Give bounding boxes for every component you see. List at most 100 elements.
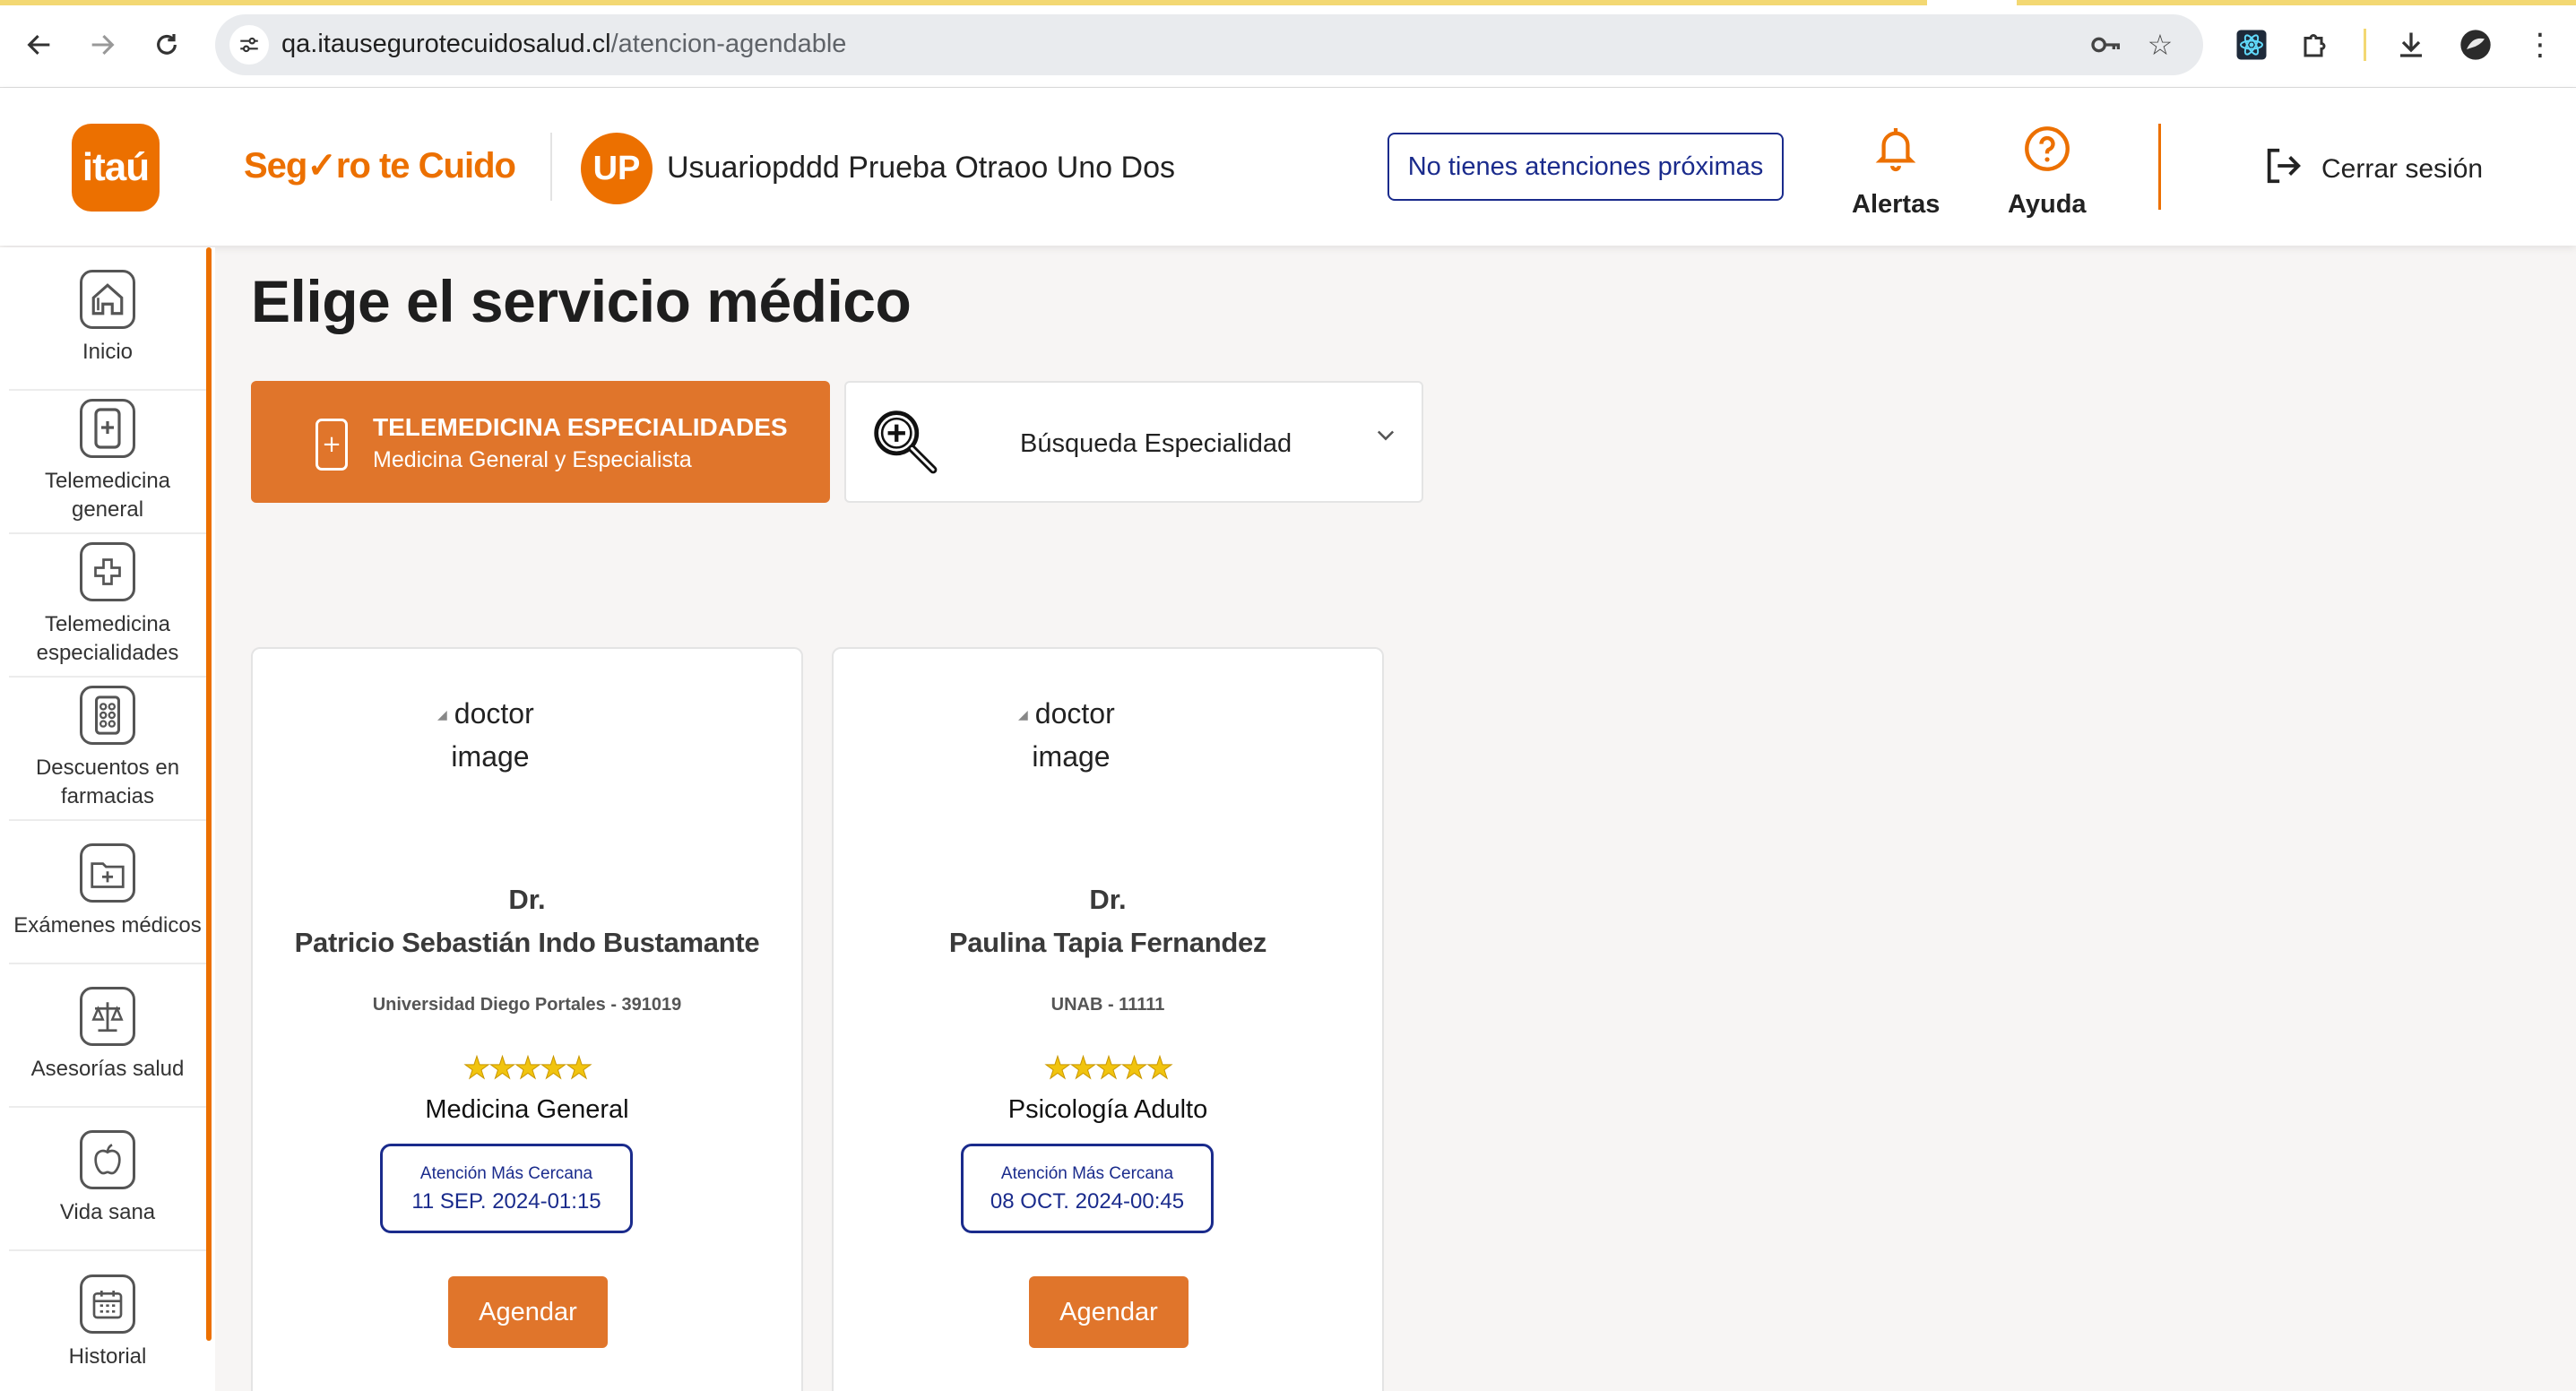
extensions-puzzle-icon[interactable] bbox=[2293, 22, 2339, 68]
sidebar-item-label: Telemedicina general bbox=[44, 468, 171, 522]
itau-logo[interactable]: itaú bbox=[72, 124, 160, 212]
pills-icon bbox=[80, 685, 135, 745]
browser-menu-icon[interactable]: ⋮ bbox=[2517, 22, 2563, 68]
help-label: Ayuda bbox=[2008, 190, 2087, 219]
broken-image-icon: ◢ bbox=[1018, 708, 1028, 723]
nearest-appointment-badge: Atención Más Cercana 11 SEP. 2024-01:15 bbox=[380, 1144, 633, 1233]
react-devtools-icon[interactable] bbox=[2228, 22, 2275, 68]
logout-label: Cerrar sesión bbox=[2321, 154, 2484, 184]
sidebar-item-historial[interactable]: Historial bbox=[9, 1251, 206, 1391]
specialty-search-dropdown[interactable]: Búsqueda Especialidad bbox=[844, 381, 1423, 503]
help-button[interactable]: Ayuda bbox=[2008, 122, 2087, 220]
plus-icon bbox=[80, 541, 135, 601]
tab-telemedicina-especialidades[interactable]: + TELEMEDICINA ESPECIALIDADES Medicina G… bbox=[251, 381, 830, 503]
app-header: itaú Seg✓ro te Cuido UP Usuariopddd Prue… bbox=[0, 88, 2576, 246]
doctor-image-alt: doctor bbox=[1034, 697, 1115, 730]
site-settings-icon[interactable] bbox=[229, 25, 269, 65]
url-host: qa.itausegurotecuidosalud.cl bbox=[281, 30, 611, 58]
doctor-image: ◢ doctor image bbox=[437, 692, 554, 778]
sidebar-item-label: Inicio bbox=[82, 339, 134, 364]
sidebar-item-label: Descuentos en farmacias bbox=[35, 755, 180, 808]
tab-strip-accent bbox=[2017, 0, 2576, 5]
service-tab-title: TELEMEDICINA ESPECIALIDADES bbox=[373, 413, 788, 441]
forward-icon[interactable] bbox=[77, 20, 127, 70]
magnifier-plus-icon bbox=[868, 404, 945, 481]
doctor-card: ◢ doctor image Dr. Paulina Tapia Fernande… bbox=[832, 647, 1384, 1391]
nearest-appointment-date: 11 SEP. 2024-01:15 bbox=[411, 1189, 601, 1214]
header-accent-divider bbox=[2158, 124, 2161, 210]
url-path: /atencion-agendable bbox=[610, 30, 847, 58]
sidebar-item-examenes-medicos[interactable]: Exámenes médicos bbox=[9, 821, 206, 964]
book-button[interactable]: Agendar bbox=[448, 1276, 608, 1348]
doctor-prefix: Dr. bbox=[508, 884, 546, 915]
reload-icon[interactable] bbox=[142, 20, 192, 70]
logout-button[interactable]: Cerrar sesión bbox=[2262, 145, 2483, 194]
sidebar-item-telemedicina-general[interactable]: Telemedicina general bbox=[9, 391, 206, 534]
doctor-image-alt: image bbox=[1032, 740, 1111, 773]
profile-avatar-icon[interactable] bbox=[2452, 22, 2499, 68]
sidebar-item-label: Asesorías salud bbox=[30, 1056, 185, 1081]
brand-logo[interactable]: Seg✓ro te Cuido bbox=[244, 145, 516, 186]
nearest-appointment-badge: Atención Más Cercana 08 OCT. 2024-00:45 bbox=[961, 1144, 1214, 1233]
doctor-specialty: Psicología Adulto bbox=[1007, 1095, 1208, 1124]
address-bar[interactable]: qa.itausegurotecuidosalud.cl/atencion-ag… bbox=[215, 14, 2203, 75]
back-icon[interactable] bbox=[14, 20, 65, 70]
logout-icon bbox=[2262, 145, 2304, 194]
phone-plus-icon bbox=[80, 398, 135, 458]
nearest-appointment-date: 08 OCT. 2024-00:45 bbox=[990, 1189, 1185, 1214]
apple-icon bbox=[80, 1129, 135, 1189]
sidebar-item-descuentos-farmacias[interactable]: Descuentos en farmacias bbox=[9, 678, 206, 821]
nearest-appointment-label: Atención Más Cercana bbox=[419, 1164, 593, 1183]
broken-image-icon: ◢ bbox=[437, 708, 447, 723]
doctor-specialty: Medicina General bbox=[425, 1095, 629, 1124]
browser-toolbar: qa.itausegurotecuidosalud.cl/atencion-ag… bbox=[0, 0, 2576, 88]
alerts-label: Alertas bbox=[1852, 190, 1941, 219]
chevron-down-icon bbox=[1373, 422, 1398, 454]
sidebar-item-asesorias-salud[interactable]: Asesorías salud bbox=[9, 964, 206, 1108]
specialty-search-label: Búsqueda Especialidad bbox=[1020, 429, 1292, 458]
sidebar-item-vida-sana[interactable]: Vida sana bbox=[9, 1108, 206, 1251]
bell-icon bbox=[1871, 122, 1921, 176]
rating-stars: ★★★★★ bbox=[1043, 1050, 1173, 1087]
sidebar-item-label: Telemedicina especialidades bbox=[36, 611, 179, 665]
calendar-icon bbox=[80, 1274, 135, 1334]
download-icon[interactable] bbox=[2388, 22, 2434, 68]
service-tab-subtitle: Medicina General y Especialista bbox=[373, 447, 692, 472]
bookmark-star-icon[interactable]: ☆ bbox=[2139, 23, 2182, 66]
doctor-name: Paulina Tapia Fernandez bbox=[948, 927, 1267, 958]
sidebar-item-label: Vida sana bbox=[59, 1199, 156, 1224]
home-icon bbox=[80, 269, 135, 329]
doctor-card: ◢ doctor image Dr. Patricio Sebastián Ind… bbox=[251, 647, 803, 1391]
tab-strip-accent bbox=[0, 0, 1927, 5]
sidebar-item-inicio[interactable]: Inicio bbox=[9, 247, 206, 391]
rating-stars: ★★★★★ bbox=[462, 1050, 592, 1087]
doctor-image-alt: doctor bbox=[454, 697, 534, 730]
password-key-icon[interactable] bbox=[2085, 23, 2128, 66]
next-appointments-button[interactable]: No tienes atenciones próximas bbox=[1387, 133, 1784, 201]
sidebar-item-label: Historial bbox=[68, 1343, 147, 1369]
url-text[interactable]: qa.itausegurotecuidosalud.cl/atencion-ag… bbox=[281, 30, 846, 59]
scales-icon bbox=[80, 986, 135, 1046]
book-button[interactable]: Agendar bbox=[1029, 1276, 1189, 1348]
alerts-button[interactable]: Alertas bbox=[1852, 122, 1940, 220]
doctor-university: UNAB - 11111 bbox=[1050, 995, 1165, 1015]
sidebar: Inicio Telemedicina general Telemedicina… bbox=[0, 247, 215, 1391]
doctor-prefix: Dr. bbox=[1089, 884, 1127, 915]
doctor-university: Universidad Diego Portales - 391019 bbox=[372, 995, 682, 1015]
nearest-appointment-label: Atención Más Cercana bbox=[1000, 1164, 1174, 1183]
help-circle-icon bbox=[2022, 122, 2072, 176]
sidebar-item-label: Exámenes médicos bbox=[13, 912, 202, 937]
toolbar-divider bbox=[2364, 29, 2366, 61]
avatar-initials: UP bbox=[592, 149, 641, 187]
doctor-name: Patricio Sebastián Indo Bustamante bbox=[294, 927, 760, 958]
page-title: Elige el servicio médico bbox=[251, 268, 912, 334]
avatar[interactable]: UP bbox=[581, 133, 653, 204]
header-divider bbox=[550, 133, 552, 201]
phone-plus-icon: + bbox=[316, 419, 348, 471]
sidebar-item-telemedicina-especialidades[interactable]: Telemedicina especialidades bbox=[9, 534, 206, 678]
sidebar-accent bbox=[206, 247, 212, 1341]
doctor-image: ◢ doctor image bbox=[1018, 692, 1135, 778]
user-name: Usuariopddd Prueba Otraoo Uno Dos bbox=[667, 151, 1175, 185]
medical-folder-icon bbox=[80, 842, 135, 903]
doctor-image-alt: image bbox=[451, 740, 530, 773]
